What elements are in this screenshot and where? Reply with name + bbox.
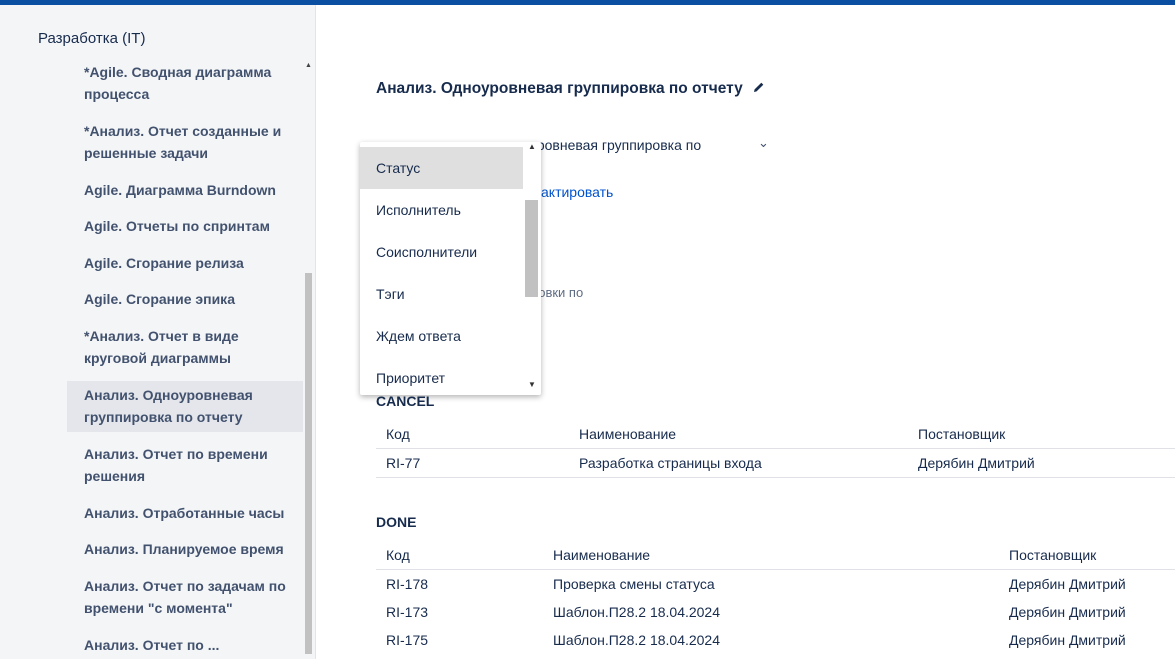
dropdown-option-priority[interactable]: Приоритет — [360, 357, 523, 395]
column-header-reporter: Постановщик — [908, 420, 1175, 449]
cell-reporter: Дерябин Дмитрий — [1009, 632, 1126, 648]
dropdown-option-tags[interactable]: Тэги — [360, 273, 523, 315]
sidebar-item-created-vs-resolved[interactable]: *Анализ. Отчет созданные и решенные зада… — [67, 117, 303, 168]
cell-reporter: Дерябин Дмитрий — [1009, 576, 1126, 592]
dropdown-option-co-assignees[interactable]: Соисполнители — [360, 231, 523, 273]
sidebar-item-pie-chart[interactable]: *Анализ. Отчет в виде круговой диаграммы — [67, 322, 303, 373]
cell-reporter: Дерябин Дмитрий — [908, 448, 1175, 478]
column-header-code: Код — [376, 420, 569, 449]
column-header-name: Наименование — [569, 420, 908, 449]
sidebar-scrollbar-thumb[interactable] — [305, 273, 312, 654]
edit-link[interactable]: актировать — [541, 184, 613, 200]
page-title: Анализ. Одноуровневая группировка по отч… — [376, 80, 765, 98]
page-title-text: Анализ. Одноуровневая группировка по отч… — [376, 80, 743, 98]
sidebar-item-resolution-time[interactable]: Анализ. Отчет по времени решения — [67, 440, 303, 491]
dropdown-scroll-down-icon[interactable]: ▼ — [528, 380, 536, 389]
group-table-cancel: Код Наименование Постановщик RI-77 Разра… — [376, 420, 1175, 478]
group-heading-cancel: CANCEL — [376, 393, 435, 409]
cell-name: Разработка страницы входа — [569, 448, 908, 478]
sidebar-item-release-burndown[interactable]: Agile. Сгорание релиза — [67, 249, 303, 278]
cell-code[interactable]: RI-173 — [376, 598, 543, 626]
dropdown-option-status[interactable]: Статус — [360, 147, 523, 189]
cell-code[interactable]: RI-178 — [376, 570, 543, 599]
sidebar-title: Разработка (IT) — [38, 30, 146, 47]
chevron-down-icon[interactable]: ⌄ — [758, 135, 769, 151]
group-table-done: Код Наименование Постановщик RI-178 Пров… — [376, 541, 1175, 654]
group-heading-done: DONE — [376, 514, 417, 530]
sidebar-report-list: страница задач *Agile. Сводная диаграмма… — [67, 57, 303, 659]
table-header-row: Код Наименование Постановщик — [376, 420, 1175, 449]
table-header-row: Код Наименование Постановщик — [376, 541, 1175, 570]
sidebar-item-single-level-group[interactable]: Анализ. Одноуровневая группировка по отч… — [67, 380, 303, 432]
table-row[interactable]: RI-178 Проверка смены статуса Дерябин Дм… — [376, 570, 1175, 599]
dropdown-scroll-up-icon[interactable]: ▲ — [528, 142, 536, 151]
sidebar-item-agile-cumulative-flow[interactable]: *Agile. Сводная диаграмма процесса — [67, 58, 303, 109]
table-row[interactable]: RI-175 Шаблон.П28.2 18.04.2024 Дерябин Д… — [376, 626, 1175, 654]
column-header-name: Наименование — [543, 541, 999, 570]
dropdown-option-assignee[interactable]: Исполнитель — [360, 189, 523, 231]
sidebar-item-planned-time[interactable]: Анализ. Планируемое время — [67, 535, 303, 564]
sidebar: Разработка (IT) страница задач *Agile. С… — [0, 5, 316, 659]
cell-name: Шаблон.П28.2 18.04.2024 — [553, 604, 721, 620]
dropdown-option-awaiting-reply[interactable]: Ждем ответа — [360, 315, 523, 357]
table-row[interactable]: RI-77 Разработка страницы входа Дерябин … — [376, 448, 1175, 478]
sidebar-item-burndown[interactable]: Agile. Диаграмма Burndown — [67, 176, 303, 205]
dropdown-scrollbar-thumb[interactable] — [525, 200, 538, 297]
cell-code[interactable]: RI-77 — [376, 448, 569, 478]
sidebar-item-worked-hours[interactable]: Анализ. Отработанные часы — [67, 499, 303, 528]
cell-reporter: Дерябин Дмитрий — [1009, 604, 1126, 620]
dropdown-options: Статус Исполнитель Соисполнители Тэги Жд… — [360, 147, 523, 395]
column-header-reporter: Постановщик — [999, 541, 1175, 570]
report-select-value: уровневая группировка по — [530, 137, 702, 153]
cell-name: Проверка смены статуса — [553, 576, 715, 592]
column-header-code: Код — [376, 541, 543, 570]
edit-pencil-icon[interactable] — [753, 80, 765, 98]
cell-name: Шаблон.П28.2 18.04.2024 — [553, 632, 721, 648]
table-row[interactable]: RI-173 Шаблон.П28.2 18.04.2024 Дерябин Д… — [376, 598, 1175, 626]
cell-code[interactable]: RI-175 — [376, 626, 543, 654]
sidebar-item-more[interactable]: Анализ. Отчет по ... — [67, 631, 303, 659]
sidebar-item-sprint-reports[interactable]: Agile. Отчеты по спринтам — [67, 212, 303, 241]
sidebar-item-time-since[interactable]: Анализ. Отчет по задачам по времени "с м… — [67, 572, 303, 623]
group-by-dropdown[interactable]: Статус Исполнитель Соисполнители Тэги Жд… — [360, 142, 541, 395]
sidebar-item-epic-burndown[interactable]: Agile. Сгорание эпика — [67, 285, 303, 314]
sidebar-scroll-up-icon[interactable]: ▲ — [305, 62, 312, 69]
